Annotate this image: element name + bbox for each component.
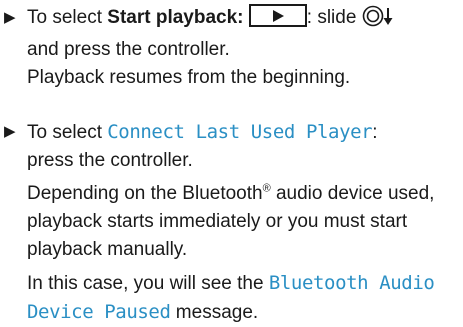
connect-last-used-player-label: Connect Last Used Player [107, 121, 373, 143]
bluetooth-note-start: Depending on the Bluetooth [27, 183, 263, 204]
instruction-connect-last-player: ▶ To select Connect Last Used Player: pr… [4, 118, 456, 327]
instruction-line-1: To select Connect Last Used Player: [27, 118, 456, 147]
triangle-bullet-icon: ▶ [4, 9, 16, 26]
instruction-content: To select Start playback: : slide and pr… [27, 4, 456, 92]
instruction-line-1: To select Start playback: : slide [27, 4, 456, 36]
instruction-colon: : [372, 122, 378, 143]
registered-mark: ® [262, 182, 271, 195]
instruction-prefix: To select [27, 122, 108, 143]
start-playback-label: Start playback: [107, 7, 244, 28]
paused-note-suffix: message. [170, 302, 259, 323]
instruction-content: To select Connect Last Used Player: pres… [27, 118, 456, 327]
instruction-line-2: press the controller. [27, 150, 193, 171]
triangle-bullet-icon: ▶ [4, 123, 16, 140]
play-button [248, 4, 307, 27]
instruction-result: Playback resumes from the beginning. [27, 67, 351, 88]
paused-note-prefix: In this case, you will see the [27, 273, 269, 294]
instruction-line-2: and press the controller. [27, 39, 230, 60]
paused-message-note: In this case, you will see the Bluetooth… [27, 269, 456, 327]
play-icon [272, 9, 284, 22]
slide-instruction: : slide [306, 7, 362, 28]
instruction-prefix: To select [27, 7, 108, 28]
instruction-start-playback: ▶ To select Start playback: : slide and … [4, 4, 456, 92]
bluetooth-note: Depending on the Bluetooth® audio device… [27, 180, 456, 264]
controller-slide-down-icon [362, 5, 396, 36]
